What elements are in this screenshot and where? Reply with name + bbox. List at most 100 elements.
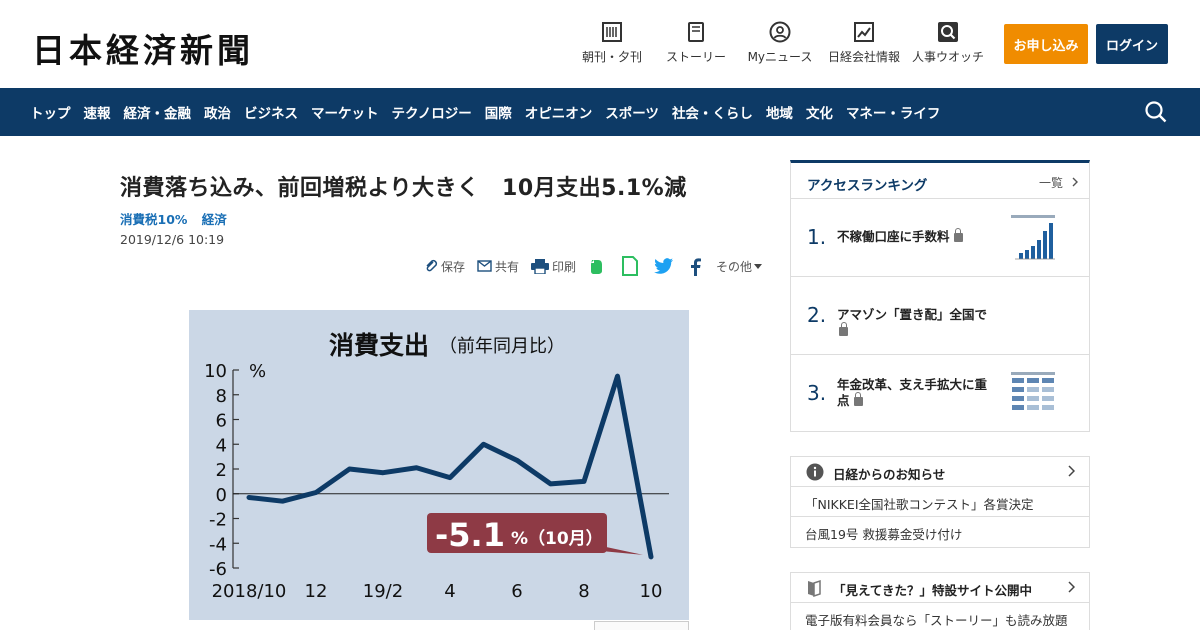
nav-item[interactable]: マーケット — [311, 102, 379, 122]
ranking-item[interactable]: 1. 不稼働口座に手数料 — [791, 199, 1089, 277]
notice-title: 日経からのお知らせ — [833, 467, 946, 482]
y-tick-label: 6 — [216, 411, 227, 432]
mail-icon — [477, 260, 492, 272]
chevron-right-icon — [1068, 581, 1075, 593]
nav-item[interactable]: 政治 — [204, 102, 231, 122]
access-ranking-panel: アクセスランキング 一覧 1. 不稼働口座に手数料 2. アマゾン「置き配」全国… — [790, 160, 1090, 432]
main-nav: トップ 速報 経済・金融 政治 ビジネス マーケット テクノロジー 国際 オピニオン スポーツ 社会… — [0, 88, 1200, 136]
header-nav-company[interactable]: 日経会社情報 — [826, 20, 902, 70]
figure-caption-tab[interactable] — [594, 621, 689, 630]
chart-subtitle: （前年同月比） — [439, 336, 565, 357]
notice-header[interactable]: 日経からのお知らせ — [791, 457, 1089, 487]
y-tick-label: 10 — [204, 361, 227, 382]
share-label: 共有 — [495, 259, 520, 274]
search-icon — [938, 22, 958, 42]
ranking-number: 2. — [807, 303, 827, 327]
info-icon — [806, 463, 824, 481]
chart-title: 消費支出 — [329, 331, 429, 360]
facebook-icon — [691, 257, 702, 276]
more-options-button[interactable]: その他 — [716, 258, 765, 275]
nav-item[interactable]: 速報 — [84, 102, 111, 122]
article-headline: 消費落ち込み、前回増税より大きく 10月支出5.1%減 — [120, 176, 687, 201]
share-button[interactable]: 共有 — [477, 258, 519, 275]
y-tick-label: -6 — [209, 559, 227, 580]
ranking-item-title: アマゾン「置き配」全国で — [837, 307, 988, 322]
header-nav-label: 朝刊・夕刊 — [582, 50, 643, 64]
y-tick-label: 8 — [216, 386, 227, 407]
nav-item[interactable]: オピニオン — [525, 102, 593, 122]
header-nav-story[interactable]: ストーリー — [664, 20, 728, 70]
ranking-item-text: 不稼働口座に手数料 — [837, 228, 999, 245]
print-button[interactable]: 印刷 — [531, 258, 576, 275]
ranking-more-label: 一覧 — [1039, 176, 1064, 190]
ranking-thumbnail — [1009, 213, 1057, 263]
x-tick-label: 4 — [444, 581, 455, 602]
nikkei-notice-panel: 日経からのお知らせ 「NIKKEI全国社歌コンテスト」各賞決定 台風19号 救援… — [790, 456, 1090, 548]
main-nav-list: トップ 速報 経済・金融 政治 ビジネス マーケット テクノロジー 国際 オピニオン スポーツ 社会… — [30, 88, 953, 136]
nav-item[interactable]: トップ — [30, 102, 71, 122]
header-nav-mynews[interactable]: Myニュース — [746, 20, 814, 70]
special-header[interactable]: 「見えてきた？」特設サイト公開中 — [791, 573, 1089, 603]
ranking-item-text: 年金改革、支え手拡大に重点 — [837, 377, 992, 409]
twitter-button[interactable] — [654, 257, 677, 275]
chart-figure: 消費支出 （前年同月比） 10 8 6 4 2 0 -2 -4 -6% 2018/10 12 19/2 4 6… — [189, 310, 689, 620]
tag-link[interactable]: 消費税10% — [120, 212, 187, 227]
search-icon[interactable] — [1144, 100, 1168, 124]
ranking-number: 3. — [807, 381, 827, 405]
evernote-icon — [591, 260, 603, 274]
chart-icon — [854, 22, 874, 42]
nav-item[interactable]: 国際 — [485, 102, 512, 122]
caret-down-icon — [754, 263, 763, 269]
person-icon — [769, 21, 791, 43]
evernote-button[interactable] — [588, 257, 609, 275]
x-tick-label: 6 — [511, 581, 522, 602]
nav-item[interactable]: 地域 — [766, 102, 793, 122]
ranking-more-link[interactable]: 一覧 — [1039, 174, 1079, 191]
ranking-title: アクセスランキング — [807, 178, 928, 194]
y-axis-unit: % — [249, 361, 266, 382]
book-icon — [688, 22, 704, 42]
nav-item[interactable]: ビジネス — [244, 102, 298, 122]
tag-link[interactable]: 経済 — [202, 212, 227, 227]
nav-item[interactable]: 文化 — [806, 102, 833, 122]
ranking-number: 1. — [807, 225, 827, 249]
nav-item[interactable]: スポーツ — [605, 102, 659, 122]
header-nav-label: 日経会社情報 — [827, 50, 900, 64]
y-tick-label: 2 — [216, 460, 227, 481]
header-nav-personnel[interactable]: 人事ウオッチ — [910, 20, 986, 70]
special-item[interactable]: 電子版有料会員なら「ストーリー」も読み放題 — [791, 603, 1089, 630]
nav-item[interactable]: 社会・くらし — [672, 102, 753, 122]
print-icon — [531, 258, 550, 274]
ranking-item[interactable]: 3. 年金改革、支え手拡大に重点 — [791, 355, 1089, 433]
nav-item[interactable]: 経済・金融 — [124, 102, 192, 122]
notice-item[interactable]: 「NIKKEI全国社歌コンテスト」各賞決定 — [791, 487, 1089, 517]
book-icon — [808, 579, 821, 597]
y-tick-label: 4 — [216, 435, 227, 456]
facebook-button[interactable] — [689, 257, 704, 276]
special-title: 「見えてきた？」特設サイト公開中 — [833, 583, 1033, 598]
header-nav-label: 人事ウオッチ — [911, 50, 984, 64]
x-tick-label: 8 — [578, 581, 589, 602]
callout-value: -5.1 — [435, 516, 505, 554]
y-tick-label: -4 — [209, 534, 227, 555]
nav-item[interactable]: マネー・ライフ — [846, 102, 941, 122]
ranking-header: アクセスランキング 一覧 — [791, 163, 1089, 199]
header-nav-newspaper[interactable]: 朝刊・夕刊 — [582, 20, 642, 70]
newspaper-icon — [602, 22, 622, 42]
login-button[interactable]: ログイン — [1096, 24, 1168, 64]
article-tags: 消費税10% 経済 — [120, 209, 237, 228]
spending-line-chart: 消費支出 （前年同月比） 10 8 6 4 2 0 -2 -4 -6% 2018/10 12 19/2 4 6… — [204, 331, 669, 602]
chevron-right-icon — [1072, 177, 1078, 187]
y-tick-label: -2 — [209, 510, 227, 531]
save-button[interactable]: 保存 — [424, 258, 465, 275]
ranking-item-title: 不稼働口座に手数料 — [837, 229, 950, 244]
site-logo[interactable]: 日本経済新聞 — [32, 24, 254, 72]
more-label: その他 — [716, 259, 753, 274]
subscribe-button[interactable]: お申し込み — [1004, 24, 1088, 64]
ranking-item[interactable]: 2. アマゾン「置き配」全国で — [791, 277, 1089, 355]
notice-item[interactable]: 台風19号 救援募金受け付け — [791, 517, 1089, 547]
lock-icon — [953, 228, 963, 242]
nav-item[interactable]: テクノロジー — [392, 102, 472, 122]
clip-button[interactable] — [621, 256, 642, 276]
special-site-panel: 「見えてきた？」特設サイト公開中 電子版有料会員なら「ストーリー」も読み放題 — [790, 572, 1090, 630]
